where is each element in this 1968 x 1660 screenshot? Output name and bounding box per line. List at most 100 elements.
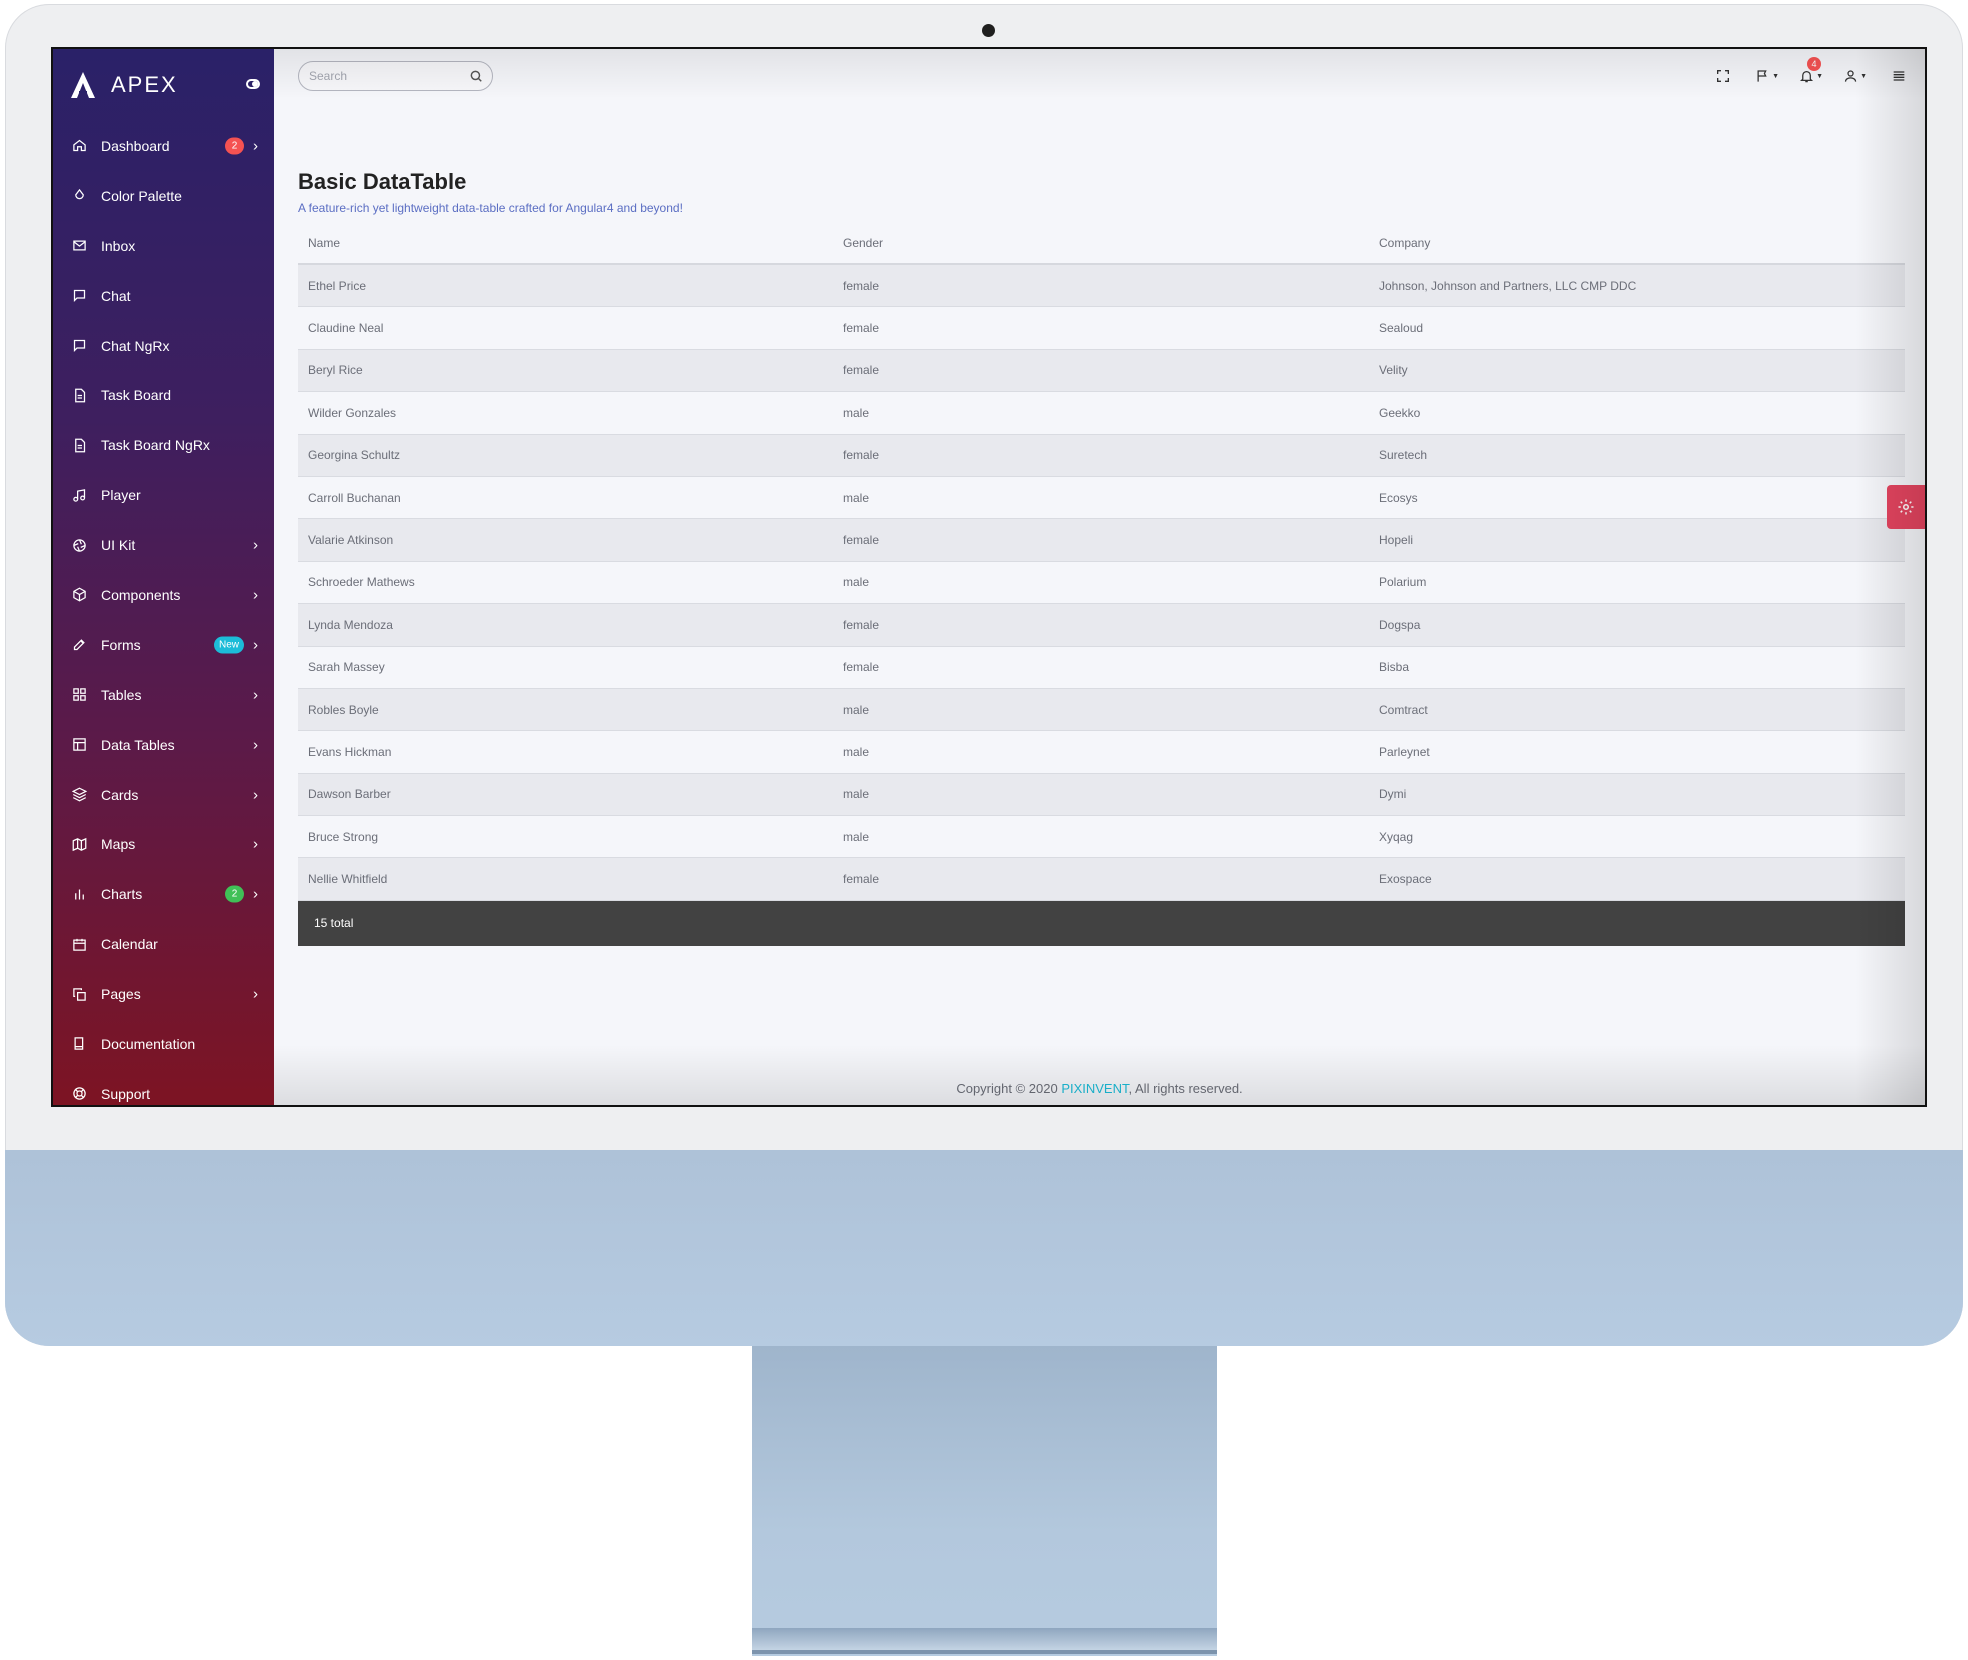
sidebar-item-label: Task Board NgRx [101,437,210,454]
sidebar-item-documentation[interactable]: Documentation [53,1019,274,1069]
life-buoy-icon [71,1086,87,1102]
monitor-stand-foot [752,1628,1217,1654]
table-row[interactable]: Robles Boyle male Comtract [298,688,1905,732]
chevron-down-icon: ▼ [1772,72,1779,80]
total-count: 15 total [314,916,354,931]
table-row[interactable]: Wilder Gonzales male Geekko [298,392,1905,435]
chevron-down-icon: ▼ [1816,72,1823,80]
sidebar-item-chat-ngrx[interactable]: Chat NgRx [53,321,274,371]
sidebar-item-label: Maps [101,836,136,853]
sidebar-item-data-tables[interactable]: Data Tables › [53,720,274,770]
table-row[interactable]: Claudine Neal female Sealoud [298,307,1905,350]
sidebar-item-tables[interactable]: Tables › [53,670,274,720]
table-row[interactable]: Carroll Buchanan male Ecosys [298,476,1905,520]
table-row[interactable]: Ethel Price female Johnson, Johnson and Pa… [298,265,1905,308]
table-row[interactable]: Beryl Rice female Velity [298,349,1905,393]
table-row[interactable]: Nellie Whitfield female Exospace [298,858,1905,901]
sidebar-item-task-board-ngrx[interactable]: Task Board NgRx [53,420,274,470]
sidebar-item-calendar[interactable]: Calendar [53,919,274,969]
sidebar-item-label: Cards [101,786,139,803]
sidebar-item-label: Calendar [101,936,158,953]
notification-count-badge: 4 [1807,57,1821,71]
cell-company: Hopeli [1379,533,1414,548]
cell-gender: female [843,363,880,378]
edit-icon [71,637,87,653]
table-row[interactable]: Lynda Mendoza female Dogspa [298,604,1905,647]
cell-company: Exospace [1379,872,1432,887]
cell-company: Suretech [1379,448,1428,463]
sidebar-item-chat[interactable]: Chat [53,271,274,321]
chevron-right-icon: › [253,686,258,704]
search-icon[interactable] [469,69,483,83]
chevron-right-icon: › [253,985,258,1003]
top-navbar: ▼ 4 ▼ ▼ [274,49,1925,107]
monitor-frame: APEX Dashboard 2 › Color Palette Inbox Chat Ch… [5,4,1963,1346]
cell-gender: male [843,405,870,420]
cell-gender: female [843,448,880,463]
table-row[interactable]: Sarah Massey female Bisba [298,646,1905,689]
sidebar-nav: Dashboard 2 › Color Palette Inbox Chat Chat Ng… [53,121,274,1105]
column-header-company[interactable]: Company [1369,236,1905,250]
table-row[interactable]: Evans Hickman male Parleynet [298,731,1905,774]
sidebar-item-label: Documentation [101,1035,196,1052]
column-header-gender[interactable]: Gender [833,236,1369,250]
sidebar-item-forms[interactable]: Forms New › [53,620,274,670]
sidebar-item-dashboard[interactable]: Dashboard 2 › [53,121,274,171]
apex-logo-icon [71,72,95,98]
cell-gender: male [843,702,870,717]
sidebar-item-color-palette[interactable]: Color Palette [53,171,274,221]
message-square-icon [71,338,87,354]
search-input[interactable] [309,69,459,83]
chevron-right-icon: › [253,835,258,853]
page-subtitle: A feature-rich yet lightweight data-tabl… [298,201,683,215]
cell-gender: male [843,787,870,802]
sidebar-item-task-board[interactable]: Task Board [53,370,274,420]
table-row[interactable]: Georgina Schultz female Suretech [298,434,1905,477]
sidebar-toggle-icon[interactable] [246,79,260,89]
chevron-right-icon: › [253,586,258,604]
pixinvent-link[interactable]: PIXINVENT [1061,1081,1128,1096]
cell-name: Claudine Neal [308,321,384,336]
sidebar-item-support[interactable]: Support [53,1069,274,1105]
search-box[interactable] [298,61,493,91]
sidebar-item-player[interactable]: Player [53,470,274,520]
sidebar-item-label: Color Palette [101,187,182,204]
sidebar-item-maps[interactable]: Maps › [53,819,274,869]
fullscreen-icon[interactable] [1711,65,1735,87]
cell-gender: male [843,744,870,759]
chevron-right-icon: › [253,636,258,654]
cell-company: Sealoud [1379,321,1424,336]
sidebar-item-charts[interactable]: Charts 2 › [53,869,274,919]
column-header-name[interactable]: Name [298,236,833,250]
sidebar-item-label: Chat [101,287,131,304]
cell-company: Johnson, Johnson and Partners, LLC CMP D… [1379,278,1637,293]
cell-name: Schroeder Mathews [308,575,415,590]
mail-icon [71,238,87,254]
cell-name: Lynda Mendoza [308,617,393,632]
menu-icon[interactable] [1887,65,1911,87]
music-icon [71,487,87,503]
gear-icon [1898,499,1914,515]
table-row[interactable]: Bruce Strong male Xyqag [298,816,1905,859]
sidebar-item-inbox[interactable]: Inbox [53,221,274,271]
sidebar-item-pages[interactable]: Pages › [53,969,274,1019]
table-row[interactable]: Dawson Barber male Dymi [298,773,1905,817]
sidebar-item-label: Pages [101,986,141,1003]
brand[interactable]: APEX [53,49,274,121]
table-row[interactable]: Valarie Atkinson female Hopeli [298,519,1905,562]
customizer-toggle[interactable] [1887,485,1925,529]
cell-company: Dogspa [1379,617,1421,632]
sidebar-item-cards[interactable]: Cards › [53,770,274,820]
sidebar-item-label: Support [101,1085,151,1102]
cell-company: Bisba [1379,660,1410,675]
cell-company: Polarium [1379,575,1427,590]
cell-company: Parleynet [1379,744,1430,759]
sidebar-item-ui-kit[interactable]: UI Kit › [53,520,274,570]
bell-icon[interactable]: 4 ▼ [1799,57,1823,87]
sidebar-item-label: Player [101,487,141,504]
flag-icon[interactable]: ▼ [1755,65,1779,87]
sidebar-item-components[interactable]: Components › [53,570,274,620]
cell-gender: female [843,872,880,887]
table-row[interactable]: Schroeder Mathews male Polarium [298,561,1905,605]
user-icon[interactable]: ▼ [1843,65,1867,87]
